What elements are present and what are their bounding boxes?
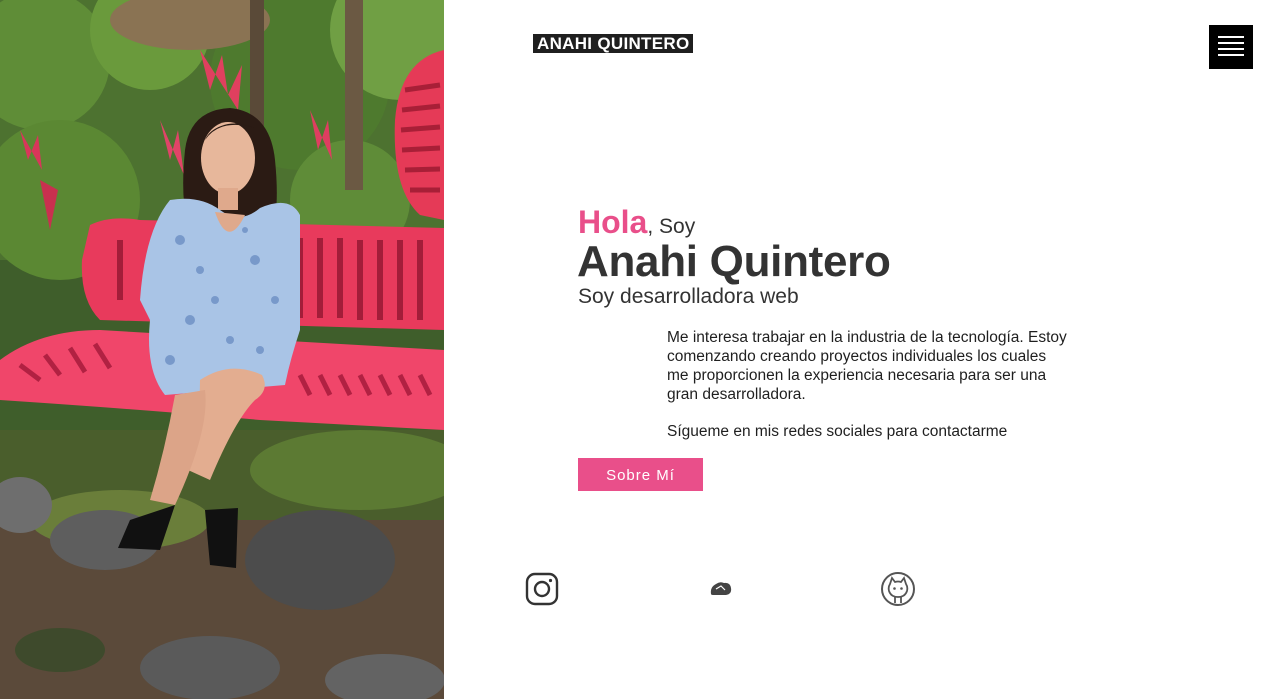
platzi-link[interactable] [702,570,740,608]
hamburger-menu-icon [1218,36,1244,38]
greeting: Hola, Soy [578,204,695,241]
instagram-icon [525,572,559,606]
github-link[interactable] [879,570,917,608]
greeting-highlight: Hola [578,204,648,240]
site-logo[interactable]: ANAHI QUINTERO [533,34,694,53]
profile-photo [0,0,444,699]
hero-name: Anahi Quintero [577,237,891,286]
hero-role: Soy desarrolladora web [578,285,799,308]
menu-button[interactable] [1209,25,1253,69]
bio-text: Me interesa trabajar en la industria de … [667,329,1067,403]
greeting-rest: , Soy [647,215,696,238]
github-icon [881,572,915,606]
instagram-link[interactable] [523,570,561,608]
platzi-icon [710,582,732,595]
follow-text: Sígueme en mis redes sociales para conta… [667,423,1008,440]
about-me-button[interactable]: Sobre Mí [578,458,703,491]
landing-page: ANAHI QUINTERO Hola, Soy Anahi Quintero … [0,0,1280,699]
hero-bio: Me interesa trabajar en la industria de … [667,328,1067,404]
